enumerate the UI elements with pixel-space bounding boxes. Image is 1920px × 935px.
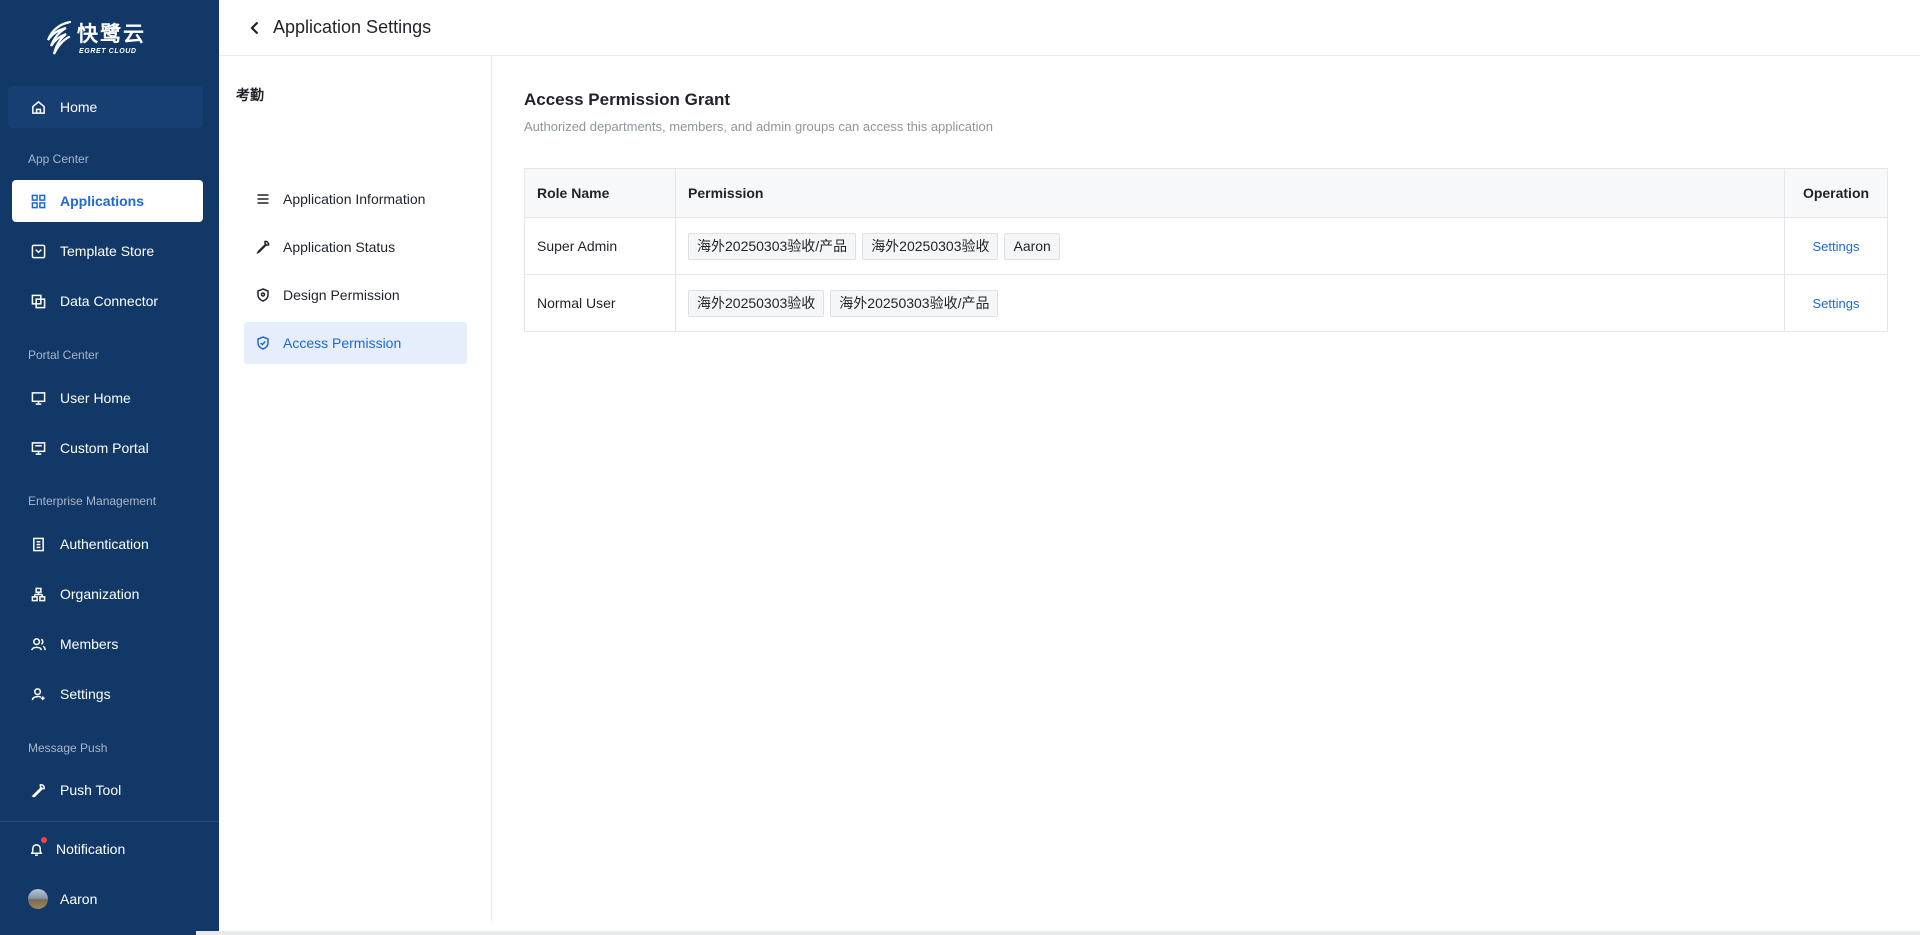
building-icon: [30, 536, 46, 552]
sidebar-item-label: Custom Portal: [60, 440, 149, 456]
settings-menu: 考勤 Application Information Application S…: [219, 56, 492, 921]
table-row: Super Admin 海外20250303验收/产品 海外20250303验收 A…: [524, 217, 1888, 275]
menu-item-label: Access Permission: [283, 335, 402, 351]
sidebar-item-label: Template Store: [60, 243, 155, 259]
egret-logo-icon: [46, 20, 72, 55]
menu-item-label: Application Status: [283, 239, 396, 255]
org-chart-icon: [30, 586, 46, 602]
menu-item-application-status[interactable]: Application Status: [244, 226, 467, 268]
sidebar-item-home[interactable]: Home: [8, 86, 203, 128]
column-header-operation: Operation: [1784, 168, 1888, 218]
sidebar-item-label: Organization: [60, 586, 140, 602]
sidebar-item-organization[interactable]: Organization: [12, 573, 203, 615]
brand-text: 快鹭云 EGRET CLOUD: [77, 23, 146, 56]
sidebar-item-push-tool[interactable]: Push Tool: [12, 769, 203, 811]
table-row: Normal User 海外20250303验收 海外20250303验收/产品 …: [524, 274, 1888, 332]
chevron-left-icon: [250, 21, 259, 34]
sidebar-user-profile[interactable]: Aaron: [12, 878, 203, 920]
permission-tag: Aaron: [1004, 232, 1060, 260]
permission-tag: 海外20250303验收: [862, 232, 999, 260]
user-name: Aaron: [60, 891, 98, 907]
section-message-push: Message Push: [28, 741, 108, 755]
column-header-permission: Permission: [675, 168, 1785, 218]
settings-link[interactable]: Settings: [1813, 239, 1860, 254]
connector-icon: [30, 293, 46, 309]
wrench-icon: [30, 782, 46, 798]
page-title: Application Settings: [273, 17, 432, 37]
section-portal-center: Portal Center: [28, 348, 99, 362]
settings-link[interactable]: Settings: [1813, 296, 1860, 311]
sidebar-divider: [0, 821, 219, 822]
permission-tag: 海外20250303验收: [688, 289, 825, 317]
sidebar-item-label: Members: [60, 636, 119, 652]
wrench-icon: [256, 240, 270, 254]
list-icon: [256, 192, 270, 206]
sidebar-item-label: Applications: [60, 193, 145, 209]
role-name-cell: Super Admin: [524, 217, 676, 275]
monitor-icon: [30, 390, 46, 406]
sidebar-item-label: Authentication: [60, 536, 149, 552]
sidebar-item-notification[interactable]: Notification: [12, 828, 203, 870]
menu-item-design-permission[interactable]: Design Permission: [244, 274, 467, 316]
brand-logo[interactable]: 快鹭云 EGRET CLOUD: [42, 18, 146, 60]
column-header-role: Role Name: [524, 168, 676, 218]
portal-icon: [30, 440, 46, 456]
menu-item-access-permission[interactable]: Access Permission: [244, 322, 467, 364]
table-header-row: Role Name Permission Operation: [524, 168, 1888, 218]
notification-badge: [41, 837, 47, 843]
permission-tag: 海外20250303验收/产品: [830, 289, 999, 317]
sidebar-item-members[interactable]: Members: [12, 623, 203, 665]
brand-name-en: EGRET CLOUD: [79, 47, 137, 55]
page-header: Application Settings: [219, 0, 1920, 56]
section-enterprise: Enterprise Management: [28, 494, 157, 508]
application-name: 考勤: [236, 87, 264, 103]
grid-icon: [30, 193, 46, 209]
sidebar-item-label: Data Connector: [60, 293, 159, 309]
sidebar-item-applications[interactable]: Applications: [12, 180, 203, 222]
shield-check-icon: [256, 336, 270, 350]
permission-tag: 海外20250303验收/产品: [688, 232, 857, 260]
avatar: [28, 889, 48, 909]
sidebar-item-custom-portal[interactable]: Custom Portal: [12, 427, 203, 469]
section-app-center: App Center: [28, 152, 89, 166]
sidebar-item-settings[interactable]: Settings: [12, 673, 203, 715]
sidebar-item-label: Notification: [56, 841, 126, 857]
brand-name-cn: 快鹭云: [77, 22, 146, 46]
permission-cell: 海外20250303验收/产品 海外20250303验收 Aaron: [675, 217, 1785, 275]
menu-item-application-information[interactable]: Application Information: [244, 178, 467, 220]
app-root: 快鹭云 EGRET CLOUD Home App Center Applicat…: [0, 0, 1920, 935]
role-name-cell: Normal User: [524, 274, 676, 332]
sidebar-item-label: Home: [60, 99, 98, 115]
window-bottom-border: [196, 931, 1920, 935]
permission-table: Role Name Permission Operation Super Adm…: [524, 168, 1888, 332]
back-button[interactable]: [246, 19, 264, 37]
menu-item-label: Design Permission: [283, 287, 400, 303]
user-settings-icon: [30, 686, 46, 702]
section-subtitle: Authorized departments, members, and adm…: [524, 119, 993, 134]
users-icon: [30, 636, 46, 652]
sidebar-item-user-home[interactable]: User Home: [12, 377, 203, 419]
main-content: Access Permission Grant Authorized depar…: [524, 90, 1888, 332]
sidebar-item-authentication[interactable]: Authentication: [12, 523, 203, 565]
shield-icon: [256, 288, 270, 302]
sidebar-item-label: User Home: [60, 390, 131, 406]
operation-cell: Settings: [1784, 274, 1888, 332]
section-title: Access Permission Grant: [524, 90, 730, 109]
home-icon: [30, 99, 46, 115]
sidebar-item-label: Settings: [60, 686, 111, 702]
sidebar: 快鹭云 EGRET CLOUD Home App Center Applicat…: [0, 0, 219, 935]
menu-item-label: Application Information: [283, 191, 426, 207]
sidebar-item-template-store[interactable]: Template Store: [12, 230, 203, 272]
operation-cell: Settings: [1784, 217, 1888, 275]
template-icon: [30, 243, 46, 259]
sidebar-item-data-connector[interactable]: Data Connector: [12, 280, 203, 322]
permission-cell: 海外20250303验收 海外20250303验收/产品: [675, 274, 1785, 332]
sidebar-item-label: Push Tool: [60, 782, 122, 798]
bell-icon: [28, 841, 44, 857]
